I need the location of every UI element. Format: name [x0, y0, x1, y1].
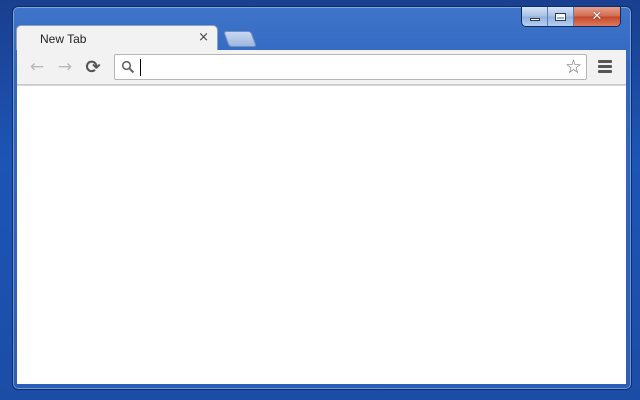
omnibox[interactable]: ☆ — [114, 54, 587, 80]
menu-bar — [598, 65, 612, 68]
back-button[interactable]: ← — [27, 56, 47, 78]
maximize-icon — [555, 12, 566, 21]
search-icon — [121, 60, 135, 74]
menu-bar — [598, 70, 612, 73]
tab-title: New Tab — [40, 32, 87, 46]
caption-buttons: ✕ — [521, 7, 621, 27]
page-content — [17, 85, 626, 384]
menu-bar — [598, 60, 612, 63]
toolbar: ← → ⟳ ☆ — [17, 50, 626, 85]
menu-icon[interactable] — [598, 58, 612, 75]
minimize-icon — [529, 18, 540, 21]
omnibox-input[interactable] — [139, 58, 563, 78]
reload-icon: ⟳ — [85, 56, 101, 78]
back-arrow-icon: ← — [29, 57, 45, 77]
reload-button[interactable]: ⟳ — [83, 56, 103, 78]
tab-new-tab[interactable]: New Tab × — [16, 25, 218, 50]
text-caret — [140, 59, 141, 76]
new-tab-button[interactable] — [223, 31, 257, 47]
forward-button[interactable]: → — [55, 56, 75, 78]
forward-arrow-icon: → — [57, 57, 73, 77]
maximize-button[interactable] — [548, 7, 574, 26]
tab-close-icon[interactable]: × — [198, 30, 209, 45]
minimize-button[interactable] — [522, 7, 548, 26]
close-icon: ✕ — [591, 9, 603, 24]
close-window-button[interactable]: ✕ — [574, 7, 620, 26]
bookmark-star-icon[interactable]: ☆ — [565, 56, 582, 78]
